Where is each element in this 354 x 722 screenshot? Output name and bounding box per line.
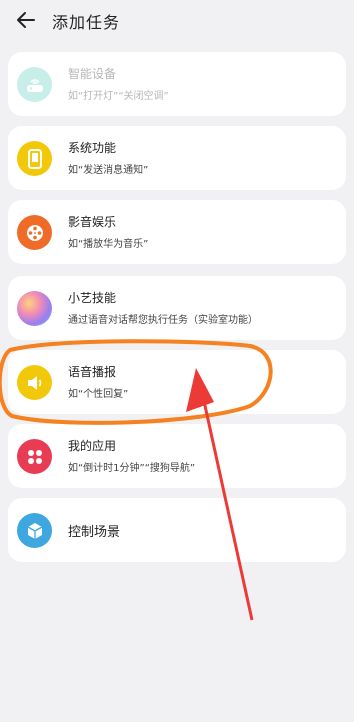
task-item-desc: 通过语音对话帮您执行任务（实验室功能） [68,315,258,326]
apps-grid-icon [17,439,52,474]
header: 添加任务 [0,0,354,42]
task-item-desc: 如“发送消息通知” [68,165,149,176]
cube-icon [17,513,52,548]
task-item-system-function[interactable]: 系统功能 如“发送消息通知” [8,126,346,190]
back-arrow-icon[interactable] [14,8,38,32]
phone-icon [17,141,52,176]
task-item-my-apps[interactable]: 我的应用 如“倒计时1分钟”“搜狗导航” [8,424,346,488]
task-item-title: 智能设备 [68,67,117,81]
task-item-title: 系统功能 [68,141,117,155]
task-item-title: 影音娱乐 [68,215,117,229]
task-item-desc: 如“播放华为音乐” [68,239,149,250]
page-title: 添加任务 [52,13,121,32]
task-item-title: 语音播报 [68,365,117,379]
task-item-title: 小艺技能 [68,291,117,305]
task-item-voice-broadcast[interactable]: 语音播报 如“个性回复” [8,350,346,414]
task-item-desc: 如“打开灯”“关闭空调” [68,91,169,102]
film-reel-icon [17,215,52,250]
task-item-control-scene[interactable]: 控制场景 [8,498,346,562]
task-item-smart-device[interactable]: 智能设备 如“打开灯”“关闭空调” [8,52,346,116]
speaker-icon [17,365,52,400]
task-item-title: 控制场景 [68,525,121,540]
task-item-desc: 如“倒计时1分钟”“搜狗导航” [68,463,196,474]
task-item-title: 我的应用 [68,439,117,453]
task-item-xiaoyi-skill[interactable]: 小艺技能 通过语音对话帮您执行任务（实验室功能） [8,276,346,340]
router-icon [17,67,52,102]
xiaoyi-orb-icon [17,291,52,326]
task-item-media-entertainment[interactable]: 影音娱乐 如“播放华为音乐” [8,200,346,264]
task-item-desc: 如“个性回复” [68,389,129,400]
